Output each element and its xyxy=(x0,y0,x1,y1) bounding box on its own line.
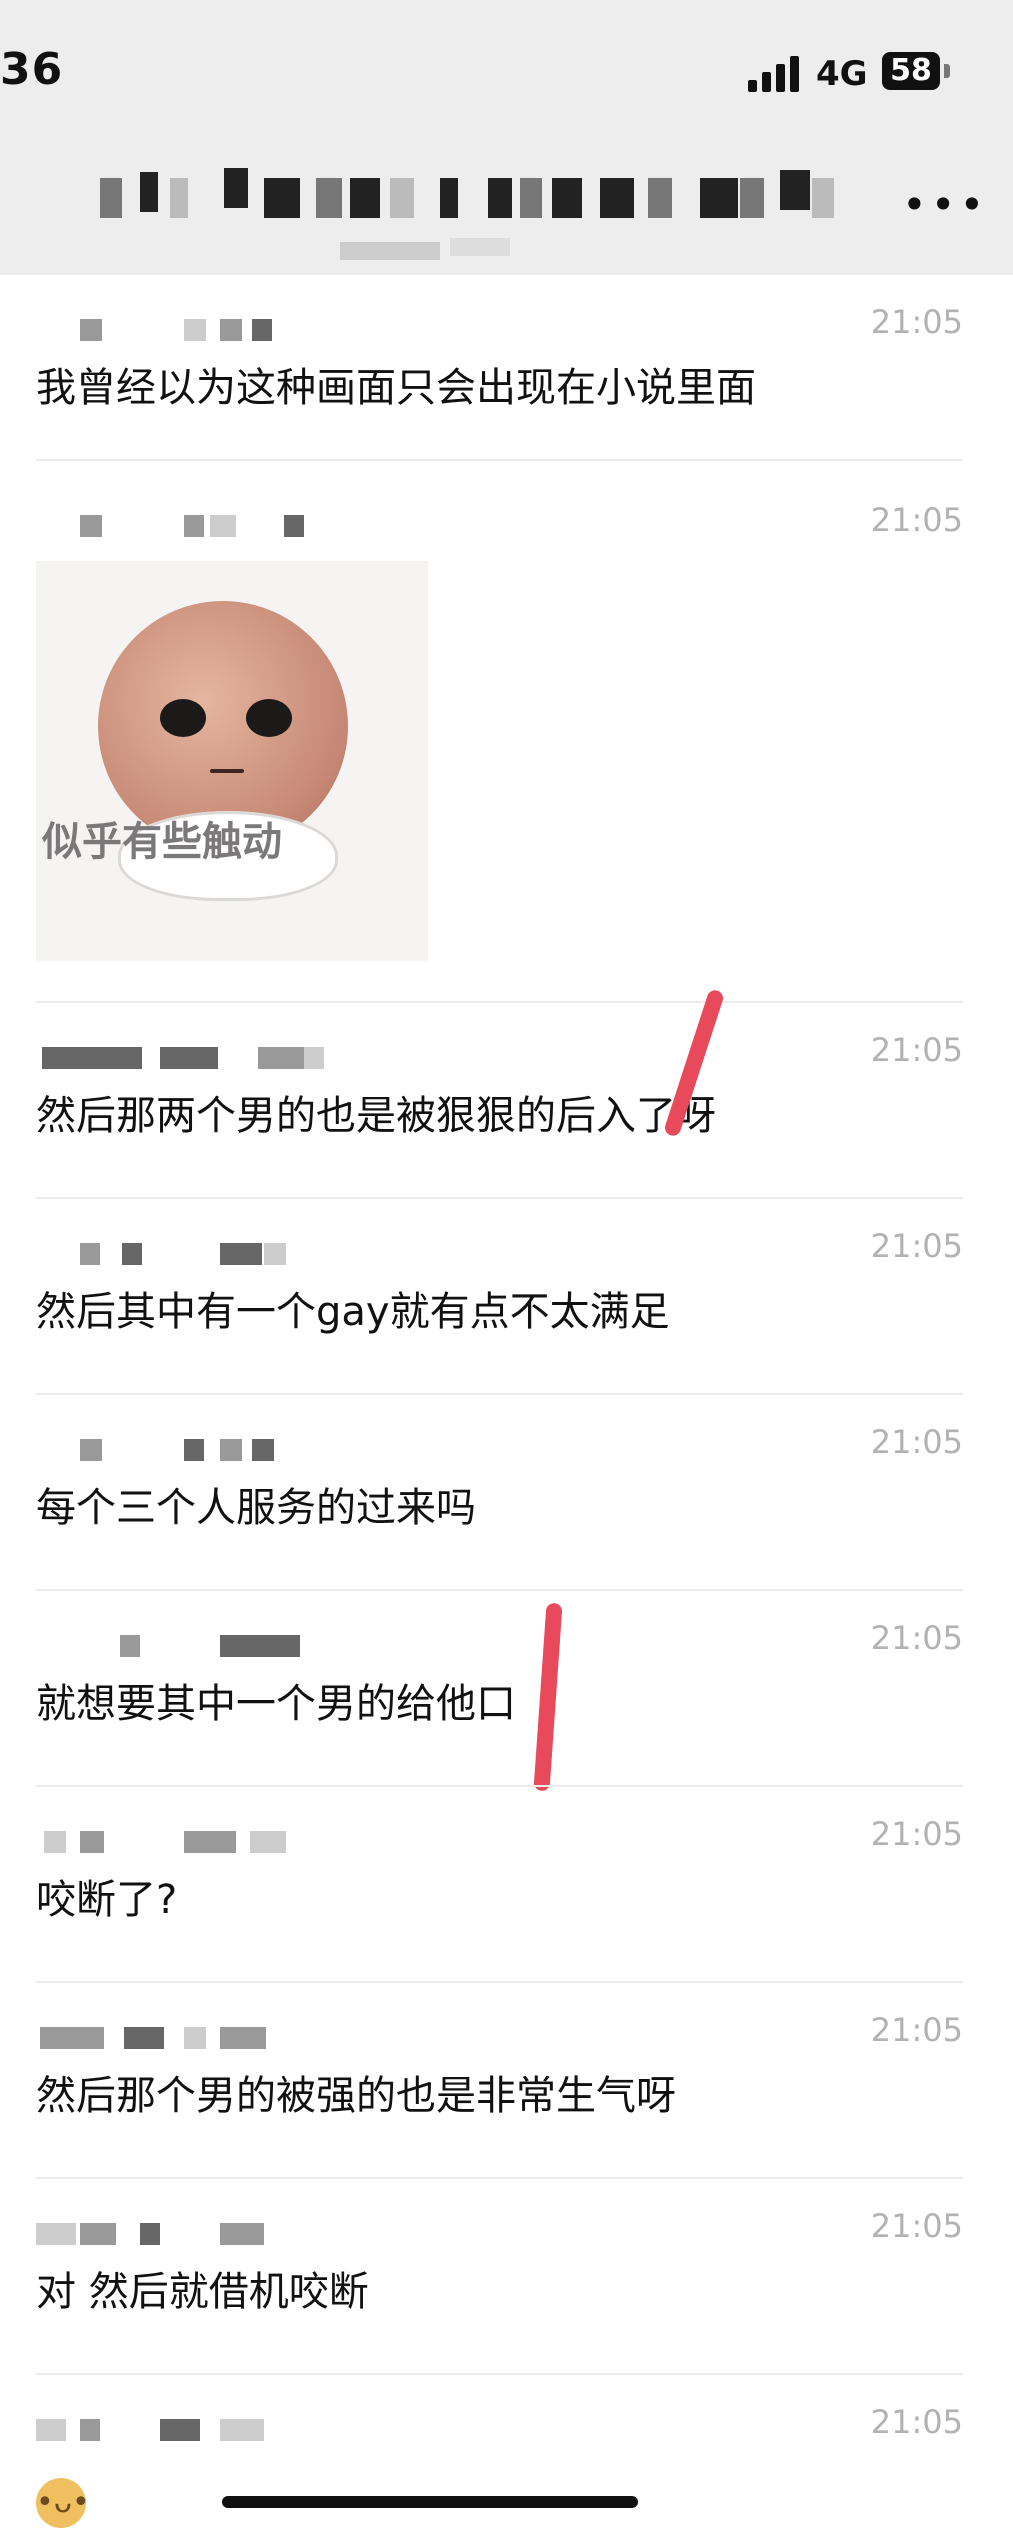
red-annotation-stroke xyxy=(533,1602,563,1792)
message-text: 我曾经以为这种画面只会出现在小说里面 xyxy=(36,365,756,411)
message-time: 21:05 xyxy=(870,303,963,341)
sender-name-redacted xyxy=(80,515,340,539)
message-text: 就想要其中一个男的给他口 xyxy=(36,1681,516,1727)
message-text: 然后其中有一个gay就有点不太满足 xyxy=(36,1289,670,1335)
sticker-eye-left xyxy=(160,699,206,737)
message-5[interactable]: 21:05 每个三个人服务的过来吗 xyxy=(0,1395,1013,1591)
message-time: 21:05 xyxy=(870,1031,963,1069)
message-text: 每个三个人服务的过来吗 xyxy=(36,1485,476,1531)
home-indicator[interactable] xyxy=(222,2496,638,2508)
message-2[interactable]: 21:05 似乎有些触动 xyxy=(0,461,1013,1001)
sender-name-redacted xyxy=(80,1243,340,1267)
message-text: 对 然后就借机咬断 xyxy=(36,2269,369,2315)
message-time: 21:05 xyxy=(870,1815,963,1853)
message-7[interactable]: 21:05 咬断了? xyxy=(0,1787,1013,1983)
sender-name-redacted xyxy=(40,2027,340,2051)
message-text: 咬断了? xyxy=(36,1877,178,1923)
message-time: 21:05 xyxy=(870,501,963,539)
message-8[interactable]: 21:05 然后那个男的被强的也是非常生气呀 xyxy=(0,1983,1013,2179)
sender-name-redacted xyxy=(80,319,340,343)
message-6[interactable]: 21:05 就想要其中一个男的给他口 xyxy=(0,1591,1013,1792)
chat-subtitle-redacted xyxy=(340,238,540,260)
message-4[interactable]: 21:05 然后其中有一个gay就有点不太满足 xyxy=(0,1199,1013,1395)
sticker-caption: 似乎有些触动 xyxy=(42,819,282,865)
message-time: 21:05 xyxy=(870,2011,963,2049)
status-time: 36 xyxy=(0,44,64,95)
chat-title-redacted xyxy=(100,168,860,222)
message-text: 然后那两个男的也是被狠狠的后入了呀 xyxy=(36,1093,716,1139)
message-time: 21:05 xyxy=(870,1227,963,1265)
more-icon[interactable]: ••• xyxy=(902,180,988,229)
dog-emoji-icon: •ᴗ• xyxy=(36,2478,90,2528)
message-3[interactable]: 21:05 然后那两个男的也是被狠狠的后入了呀 xyxy=(0,988,1013,1199)
message-time: 21:05 xyxy=(870,2403,963,2441)
message-time: 21:05 xyxy=(870,2207,963,2245)
network-type: 4G xyxy=(816,54,868,94)
chat-header: ••• xyxy=(0,150,1013,275)
sender-name-redacted xyxy=(80,1635,340,1659)
sender-name-redacted xyxy=(36,2223,340,2247)
message-1[interactable]: 21:05 我曾经以为这种画面只会出现在小说里面 xyxy=(0,275,1013,465)
sticker-eye-right xyxy=(246,699,292,737)
signal-icon xyxy=(748,56,804,92)
sender-name-redacted xyxy=(44,1831,340,1855)
status-bar: 36 4G 58 xyxy=(0,0,1013,150)
battery-icon: 58 xyxy=(882,52,940,90)
sender-name-redacted xyxy=(36,2419,340,2443)
sticker-image[interactable]: 似乎有些触动 xyxy=(36,561,428,961)
message-9[interactable]: 21:05 对 然后就借机咬断 xyxy=(0,2179,1013,2375)
battery-cap xyxy=(944,64,950,78)
message-10[interactable]: 21:05 xyxy=(0,2375,1013,2535)
sender-name-redacted xyxy=(80,1439,340,1463)
message-time: 21:05 xyxy=(870,1619,963,1657)
message-text: 然后那个男的被强的也是非常生气呀 xyxy=(36,2073,676,2119)
sender-name-redacted xyxy=(42,1047,340,1071)
sticker-mouth xyxy=(210,769,244,773)
message-time: 21:05 xyxy=(870,1423,963,1461)
